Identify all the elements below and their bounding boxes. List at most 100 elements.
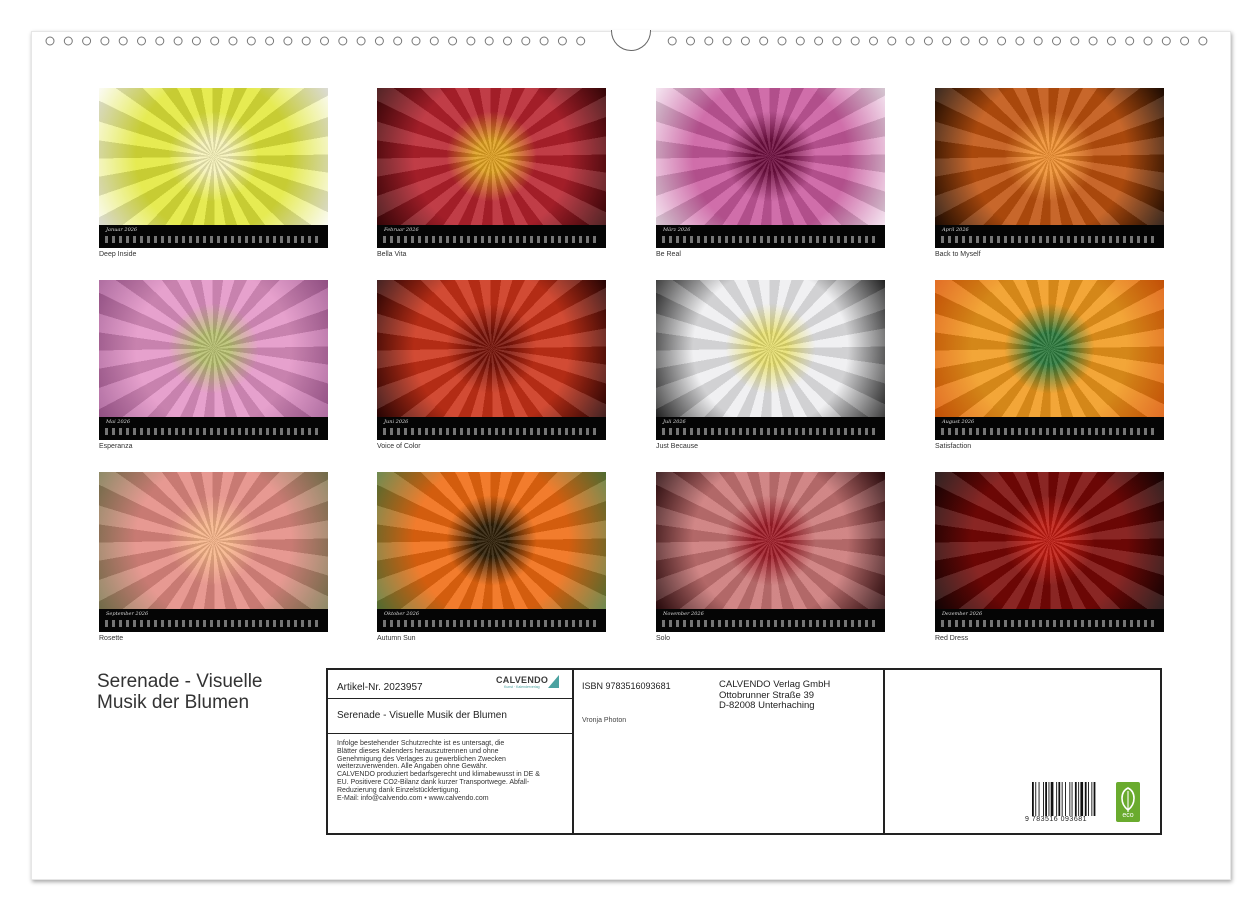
day-numbers [105,236,322,243]
legal-line: Genehmigung des Verlages zu gewerblichen… [337,755,506,763]
calendar-title-line2: Musik der Blumen [97,692,250,713]
binding-ring [1180,36,1190,46]
binding-ring [466,36,476,46]
article-number: Artikel-Nr. 2023957 [337,682,423,693]
binding-ring [338,36,348,46]
month-tile: Dezember 2026 Red Dress [935,472,1164,642]
month-label: September 2026 [106,611,149,617]
binding-ring [905,36,915,46]
binding-ring [557,36,567,46]
flower-photo [656,88,885,225]
binding-ring [82,36,92,46]
petal-texture [377,472,606,609]
binding-ring [283,36,293,46]
binding-ring [1070,36,1080,46]
barcode-bar [1080,782,1084,816]
binding-ring [997,36,1007,46]
petal-texture [377,88,606,225]
photo-caption: Back to Myself [935,251,981,258]
binding-ring [210,36,220,46]
photo-caption: Esperanza [99,443,133,450]
photo-caption: Just Because [656,443,699,450]
month-calendar-strip: Mai 2026 [99,417,328,440]
flower-photo [377,88,606,225]
month-label: Januar 2026 [106,227,138,233]
binding-ring [869,36,878,46]
day-numbers [941,428,1158,435]
month-label: Juni 2026 [384,419,409,425]
flower-photo [935,472,1164,609]
petal-texture [99,280,328,417]
binding-ring [484,36,494,46]
petal-texture [935,472,1164,609]
month-tile: Februar 2026 Bella Vita [377,88,606,258]
eco-badge: eco [1116,782,1140,822]
petal-texture [99,472,328,609]
barcode-bar [1091,782,1093,816]
binding-ring [850,36,860,46]
month-calendar-strip: August 2026 [935,417,1164,440]
flower-photo [656,280,885,417]
month-tile: Mai 2026 Esperanza [99,280,328,450]
publisher-city: D-82008 Unterhaching [719,700,815,711]
day-numbers [662,620,879,627]
binding-ring [978,36,988,46]
calendar-title: Serenade - Visuelle Musik der Blumen [97,671,307,713]
binding-ring [374,36,384,46]
binding-ring [1161,36,1171,46]
month-tile: November 2026 Solo [656,472,885,642]
barcode-number: 9 783516 093681 [1025,816,1087,823]
flower-photo [99,472,328,609]
day-numbers [662,236,879,243]
photo-caption: Deep Inside [99,251,137,258]
binding-ring [814,36,824,46]
binding-ring [118,36,128,46]
month-label: April 2026 [942,227,969,233]
binding-ring [521,36,531,46]
legal-line: EU. Positivere CO2-Bilanz dank kurzer Tr… [337,778,530,786]
month-tile: April 2026 Back to Myself [935,88,1164,258]
binding-ring [740,36,750,46]
isbn-barcode [1032,782,1096,816]
photo-caption: Voice of Color [377,443,421,450]
flower-photo [99,280,328,417]
barcode-bar [1050,782,1054,816]
month-tile: März 2026 Be Real [656,88,885,258]
month-tile: August 2026 Satisfaction [935,280,1164,450]
binding-ring [576,36,586,46]
month-label: Oktober 2026 [384,611,420,617]
binding-ring [942,36,952,46]
isbn: ISBN 9783516093681 [582,681,671,691]
author: Vronja Photon [582,717,627,724]
photo-caption: Bella Vita [377,251,407,258]
flower-photo [935,88,1164,225]
legal-notice: Infolge bestehender Schutzrechte ist es … [337,740,540,802]
day-numbers [383,428,600,435]
binding-ring [1052,36,1061,46]
barcode-bar [1058,782,1061,816]
month-calendar-strip: Juni 2026 [377,417,606,440]
binding-ring [722,36,732,46]
binding-ring [228,36,238,46]
info-divider [328,733,572,734]
binding-ring [1015,36,1025,46]
binding-ring [759,36,769,46]
month-label: November 2026 [663,611,704,617]
info-divider [572,670,574,833]
barcode-bar [1056,782,1058,816]
binding-ring [503,36,512,46]
month-calendar-strip: Juli 2026 [656,417,885,440]
calvendo-logo-subtitle: Kunst · Kalenderverlag [504,685,540,689]
petal-texture [99,88,328,225]
barcode-bar [1071,782,1073,816]
binding-ring [1088,36,1098,46]
photo-caption: Rosette [99,635,124,642]
legal-line: Infolge bestehender Schutzrechte ist es … [337,740,505,747]
barcode-bar [1038,782,1040,816]
barcode-bar [1074,782,1077,816]
binding-ring [320,36,329,46]
month-tile: Oktober 2026 Autumn Sun [377,472,606,642]
binding-ring [1198,36,1208,46]
info-divider [883,670,885,833]
petal-texture [377,280,606,417]
